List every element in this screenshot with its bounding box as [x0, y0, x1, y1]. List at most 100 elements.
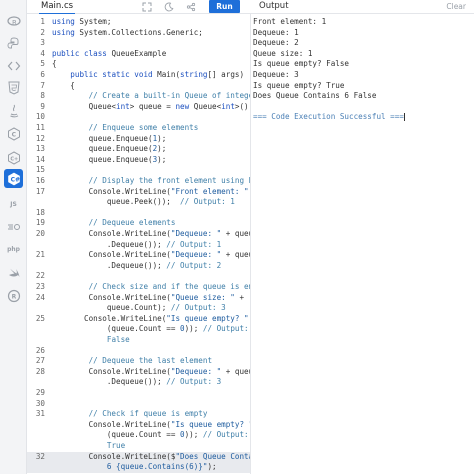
code-line[interactable]: 22 — [27, 271, 250, 282]
code-line[interactable]: 16 // Display the front element using Pe… — [27, 176, 251, 187]
code-text: .Dequeue()); // Output: 1 — [52, 239, 222, 249]
code-text: // Create a built-in Queue of integers — [88, 91, 251, 101]
code-line[interactable]: queue.Count); // Output: 3 — [27, 303, 250, 314]
text-cursor — [403, 113, 405, 122]
code-text: // Enqueue some elements — [88, 123, 199, 132]
code-line[interactable]: 14 queue.Enqueue(3); — [27, 154, 250, 166]
csharp-icon[interactable]: C# — [4, 169, 23, 188]
html-icon[interactable] — [4, 78, 23, 97]
line-number: 10 — [35, 112, 45, 122]
code-line[interactable]: 5{ — [27, 59, 250, 70]
line-number: 14 — [35, 154, 45, 164]
line-number: 25 — [35, 313, 45, 323]
code-editor[interactable]: 1 using System; 2 using System.Collections.… — [27, 14, 251, 474]
c-icon[interactable]: C — [4, 124, 23, 143]
code-line[interactable]: Console.WriteLine("Is queue empty? " + — [27, 420, 250, 431]
code-text: queue.Peek()); // Output: 1 — [52, 197, 235, 207]
code-line[interactable]: 9 Queue<int> queue = new Queue<int>(); — [27, 102, 250, 113]
code-text: // Dequeue the last element — [88, 356, 213, 366]
line-number: 27 — [35, 356, 45, 366]
line-number: 31 — [35, 409, 45, 419]
code-text: queue.Enqueue(1); — [52, 133, 167, 143]
code-line[interactable]: 17 Console.WriteLine("Front element: " + — [27, 187, 250, 198]
code-line[interactable]: 15 — [27, 165, 250, 176]
code-line[interactable]: .Dequeue()); // Output: 2 — [27, 261, 250, 272]
code-text: // Display the front element using Peek — [88, 176, 251, 185]
code-line[interactable]: 24 Console.WriteLine("Queue size: " + — [27, 292, 250, 304]
code-line[interactable]: 4 public class QueueExample — [27, 48, 250, 60]
rust-icon[interactable]: R — [4, 286, 23, 305]
code-line[interactable]: 12 queue.Enqueue(1); — [27, 133, 250, 145]
js-icon-label: JS — [10, 201, 17, 208]
code-line[interactable]: True — [27, 441, 250, 452]
output-line: Dequeue: 2 — [253, 38, 299, 48]
share-icon[interactable] — [185, 1, 197, 13]
code-text: using System; — [52, 17, 112, 26]
code-line[interactable]: 8 // Create a built-in Queue of integers — [27, 91, 251, 102]
code-line[interactable]: .Dequeue()); // Output: 3 — [27, 377, 250, 388]
code-line[interactable]: (queue.Count == 0)); // Output: — [27, 324, 250, 335]
code-text: { — [52, 59, 57, 69]
output-line: Front element: 1 — [253, 17, 327, 26]
code-text: Console.WriteLine("Dequeue: " + queue — [52, 366, 250, 376]
php-icon[interactable]: php — [4, 240, 23, 259]
code-line[interactable]: 21 Console.WriteLine("Dequeue: " + queue — [27, 250, 250, 261]
code-line[interactable]: 19 // Dequeue elements — [27, 218, 250, 229]
run-button[interactable]: Run — [209, 0, 240, 13]
code-line[interactable]: 32 Console.WriteLine($"Does Queue Contai… — [27, 451, 250, 463]
code-line[interactable]: 18 — [27, 208, 250, 219]
file-tab-main-cs[interactable]: Main.cs — [39, 0, 76, 14]
code-line[interactable]: 10 — [27, 112, 250, 123]
java-icon[interactable] — [4, 101, 23, 120]
code-text: (queue.Count == 0)); // Output: — [52, 324, 249, 334]
swift-icon[interactable] — [4, 263, 23, 282]
line-number: 11 — [35, 123, 45, 132]
code-line[interactable]: 6 {queue.Contains(6)}"); — [27, 462, 250, 473]
svg-text:C#: C# — [10, 176, 19, 183]
clear-button[interactable]: Clear — [446, 0, 466, 13]
line-number: 32 — [35, 451, 45, 461]
code-line[interactable]: 27 // Dequeue the last element — [27, 356, 250, 367]
svg-text:R: R — [11, 293, 16, 300]
dark-mode-icon[interactable] — [163, 1, 175, 13]
code-line[interactable]: 20 Console.WriteLine("Dequeue: " + queue — [27, 229, 250, 240]
code-line[interactable]: 13 queue.Enqueue(2); — [27, 144, 250, 155]
code-line[interactable]: 29 — [27, 388, 250, 399]
code-line[interactable]: 6 public static void Main(string[] args) — [27, 70, 250, 81]
code-line[interactable]: 28 Console.WriteLine("Dequeue: " + queue — [27, 366, 250, 378]
code-icon[interactable] — [4, 56, 23, 75]
code-line[interactable]: 30 — [27, 399, 250, 410]
js-icon[interactable]: JS — [4, 195, 23, 214]
code-line[interactable]: 23 // Check size and if the queue is emp… — [27, 282, 250, 293]
code-line[interactable]: (queue.Count == 0)); // Output: — [27, 430, 250, 441]
code-line[interactable]: False — [27, 335, 250, 346]
code-text: False — [106, 335, 130, 344]
code-line[interactable]: 25 Console.WriteLine("Is queue empty? " … — [27, 313, 250, 325]
code-line[interactable]: queue.Peek()); // Output: 1 — [27, 197, 250, 208]
output-line: Dequeue: 3 — [253, 70, 299, 79]
code-line[interactable]: 31 // Check if queue is empty — [27, 409, 250, 420]
code-text: { — [52, 80, 75, 90]
code-line[interactable]: .Dequeue()); // Output: 1 — [27, 239, 250, 251]
code-text: public class QueueExample — [52, 48, 167, 58]
cpp-icon[interactable]: C+ — [4, 148, 23, 167]
toolbar: Main.cs Run Output Clear — [27, 0, 474, 14]
code-text: (queue.Count == 0)); // Output: — [52, 430, 249, 440]
python-icon[interactable] — [4, 34, 23, 53]
code-line[interactable]: 7 { — [27, 80, 250, 92]
line-number: 24 — [35, 292, 45, 302]
go-icon[interactable] — [4, 217, 23, 236]
line-number: 26 — [35, 345, 45, 355]
code-line[interactable]: 11 // Enqueue some elements — [27, 123, 250, 134]
code-line[interactable]: 3 — [27, 38, 250, 49]
code-line[interactable]: 2 using System.Collections.Generic; — [27, 28, 250, 39]
r-icon[interactable]: R — [4, 12, 23, 31]
fullscreen-icon[interactable] — [141, 1, 153, 13]
code-line[interactable]: 1 using System; — [27, 17, 250, 28]
code-line[interactable]: 26 — [27, 345, 250, 357]
execution-status: === Code Execution Successful === — [253, 112, 405, 122]
svg-text:R: R — [12, 19, 17, 27]
code-text: // Check if queue is empty — [88, 409, 208, 419]
line-number: 4 — [40, 48, 45, 58]
code-text: queue.Enqueue(2); — [52, 144, 167, 154]
